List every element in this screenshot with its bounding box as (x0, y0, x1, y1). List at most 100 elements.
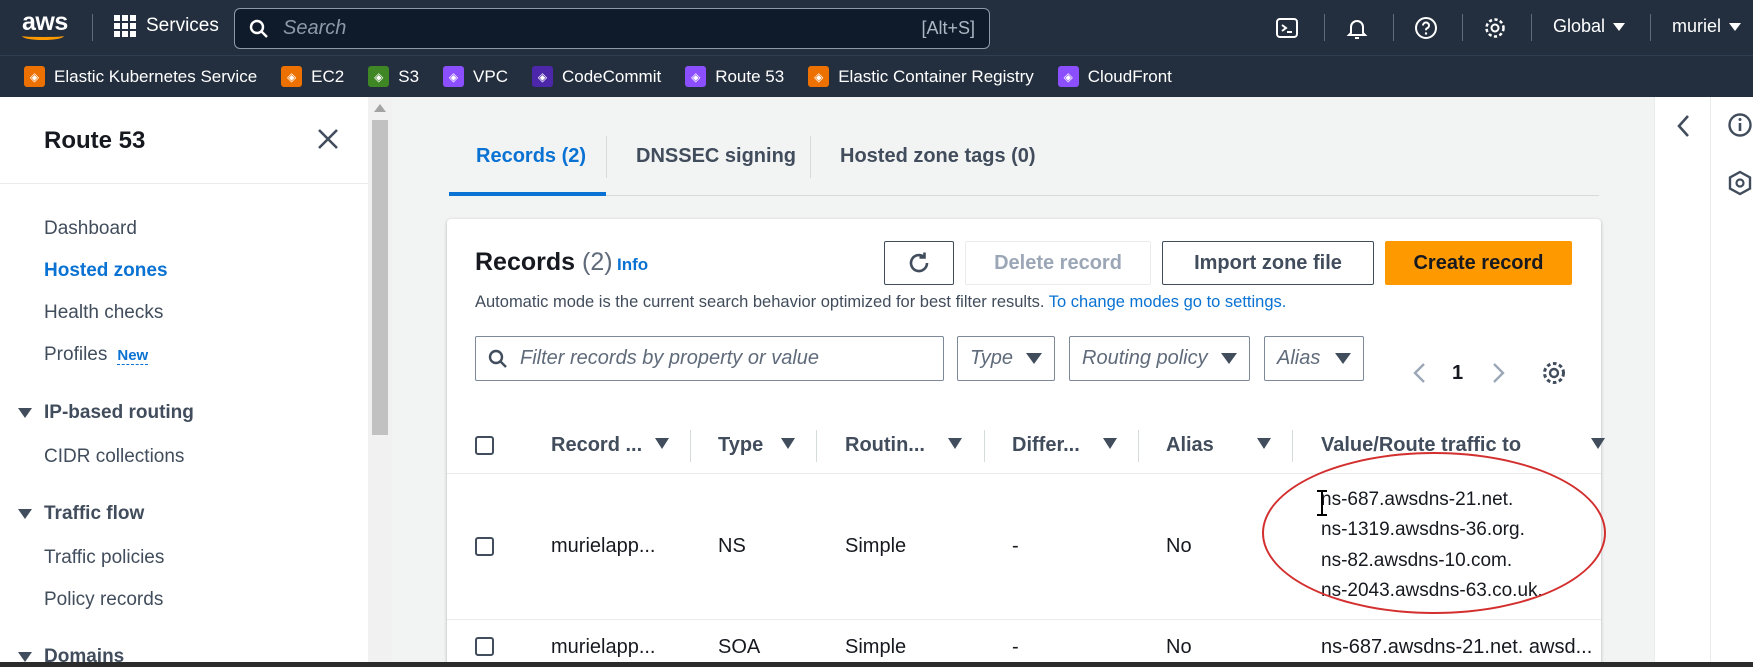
records-title: Records (2) (475, 248, 613, 277)
tab-hosted-zone-tags[interactable]: Hosted zone tags (0) (840, 145, 1036, 168)
routing-policy-dropdown[interactable]: Routing policy (1069, 336, 1250, 381)
soa-value-cell: ns-687.awsdns-21.net. awsd... (1321, 636, 1593, 658)
favorite-ec2[interactable]: ◈ EC2 (281, 66, 344, 87)
row-checkbox[interactable] (475, 537, 494, 556)
favorite-eks[interactable]: ◈ Elastic Kubernetes Service (24, 66, 257, 87)
record-name-cell[interactable]: murielapp... (551, 535, 656, 558)
favorite-codecommit[interactable]: ◈ CodeCommit (532, 66, 661, 87)
caret-down-icon (18, 509, 32, 519)
caret-down-icon (1221, 353, 1237, 364)
favorite-cloudfront[interactable]: ◈ CloudFront (1057, 66, 1172, 87)
chevron-left-icon[interactable] (1676, 114, 1692, 138)
refresh-button[interactable] (884, 241, 954, 285)
favorite-label: Elastic Container Registry (838, 66, 1034, 86)
aws-logo[interactable]: aws (22, 10, 68, 40)
help-icon[interactable] (1412, 14, 1440, 42)
account-menu[interactable]: muriel (1672, 16, 1742, 37)
cloudshell-icon[interactable] (1273, 14, 1301, 42)
sidebar-item-hosted-zones[interactable]: Hosted zones (44, 260, 168, 282)
close-icon[interactable] (315, 126, 341, 152)
sidebar-item-cidr-collections[interactable]: CIDR collections (44, 446, 184, 468)
column-header-alias[interactable]: Alias (1166, 434, 1214, 457)
type-filter-dropdown[interactable]: Type (957, 336, 1055, 381)
tutorial-panel-icon[interactable] (1727, 170, 1753, 196)
caret-down-icon (1026, 353, 1042, 364)
caret-down-icon (18, 652, 32, 662)
sort-icon[interactable] (1591, 438, 1605, 449)
tab-dnssec-signing[interactable]: DNSSEC signing (636, 145, 796, 168)
scroll-up-arrow-icon[interactable] (374, 104, 386, 112)
info-link[interactable]: Info (617, 255, 648, 275)
services-label: Services (146, 15, 219, 36)
current-page-number[interactable]: 1 (1452, 362, 1463, 385)
sort-icon[interactable] (655, 438, 669, 449)
alias-dropdown[interactable]: Alias (1264, 336, 1364, 381)
tab-records[interactable]: Records (2) (476, 145, 586, 168)
region-label: Global (1553, 16, 1606, 36)
column-header-routing-policy[interactable]: Routin... (845, 434, 925, 457)
import-zone-file-button[interactable]: Import zone file (1162, 241, 1374, 285)
services-grid-icon (114, 15, 136, 37)
alias-dropdown-label: Alias (1277, 347, 1321, 369)
column-header-record-name[interactable]: Record ... (551, 434, 642, 457)
sort-icon[interactable] (1257, 438, 1271, 449)
sidebar-item-profiles[interactable]: Profiles New (44, 344, 149, 366)
favorite-vpc[interactable]: ◈ VPC (443, 66, 508, 87)
favorite-label: CloudFront (1087, 66, 1172, 86)
filter-records-input[interactable]: Filter records by property or value (475, 336, 944, 381)
favorite-ecr[interactable]: ◈ Elastic Container Registry (808, 66, 1034, 87)
search-mode-description: Automatic mode is the current search beh… (475, 293, 1286, 312)
records-count: (2) (582, 248, 613, 276)
sort-icon[interactable] (948, 438, 962, 449)
table-settings-gear-icon[interactable] (1541, 360, 1567, 386)
chevron-down-icon (1613, 22, 1626, 31)
column-header-type[interactable]: Type (718, 434, 763, 457)
routing-policy-cell: Simple (845, 535, 907, 557)
sidebar-item-dashboard[interactable]: Dashboard (44, 218, 137, 240)
profiles-label: Profiles (44, 344, 108, 365)
sort-icon[interactable] (781, 438, 795, 449)
section-ip-based-routing[interactable]: IP-based routing (18, 402, 194, 424)
active-tab-indicator (449, 192, 606, 196)
top-navigation-bar: aws Services Search [Alt+S] Global murie… (0, 0, 1753, 55)
delete-record-button[interactable]: Delete record (965, 241, 1151, 285)
description-text: Automatic mode is the current search beh… (475, 293, 1045, 311)
row-checkbox[interactable] (475, 637, 494, 656)
search-input[interactable]: Search [Alt+S] (234, 8, 990, 49)
notifications-bell-icon[interactable] (1343, 14, 1371, 42)
search-icon (249, 19, 268, 38)
settings-gear-icon[interactable] (1481, 14, 1509, 42)
sidebar-item-traffic-policies[interactable]: Traffic policies (44, 547, 164, 569)
previous-page-icon[interactable] (1412, 362, 1428, 384)
type-dropdown-label: Type (970, 347, 1013, 369)
favorite-label: EC2 (311, 66, 345, 86)
scrollbar-thumb[interactable] (372, 120, 388, 435)
side-nav-title: Route 53 (44, 127, 146, 154)
sort-icon[interactable] (1103, 438, 1117, 449)
info-panel-icon[interactable] (1727, 112, 1753, 138)
services-menu-button[interactable]: Services (114, 15, 219, 37)
favorite-s3[interactable]: ◈ S3 (368, 66, 419, 87)
favorites-bar: ◈ Elastic Kubernetes Service ◈ EC2 ◈ S3 ◈ VPC ◈ C… (0, 55, 1753, 97)
settings-link[interactable]: To change modes go to settings. (1049, 293, 1287, 311)
section-title: IP-based routing (44, 402, 194, 423)
region-selector[interactable]: Global (1553, 16, 1626, 37)
next-page-icon[interactable] (1490, 362, 1506, 384)
sidebar-item-policy-records[interactable]: Policy records (44, 589, 163, 611)
differentiator-cell: - (1012, 636, 1019, 658)
codecommit-icon: ◈ (532, 66, 553, 87)
column-header-differentiator[interactable]: Differ... (1012, 434, 1080, 457)
section-title: Traffic flow (44, 503, 145, 524)
select-all-checkbox[interactable] (475, 436, 494, 455)
favorite-route53[interactable]: ◈ Route 53 (685, 66, 784, 87)
refresh-icon (909, 252, 929, 273)
ec2-icon: ◈ (281, 66, 303, 87)
create-record-button[interactable]: Create record (1385, 241, 1572, 285)
record-name-cell[interactable]: murielapp... (551, 636, 656, 659)
alias-cell: No (1166, 636, 1192, 658)
route53-icon: ◈ (685, 66, 707, 87)
differentiator-cell: - (1012, 535, 1019, 557)
section-traffic-flow[interactable]: Traffic flow (18, 503, 144, 525)
sidebar-item-health-checks[interactable]: Health checks (44, 302, 163, 324)
new-badge: New (117, 347, 149, 365)
